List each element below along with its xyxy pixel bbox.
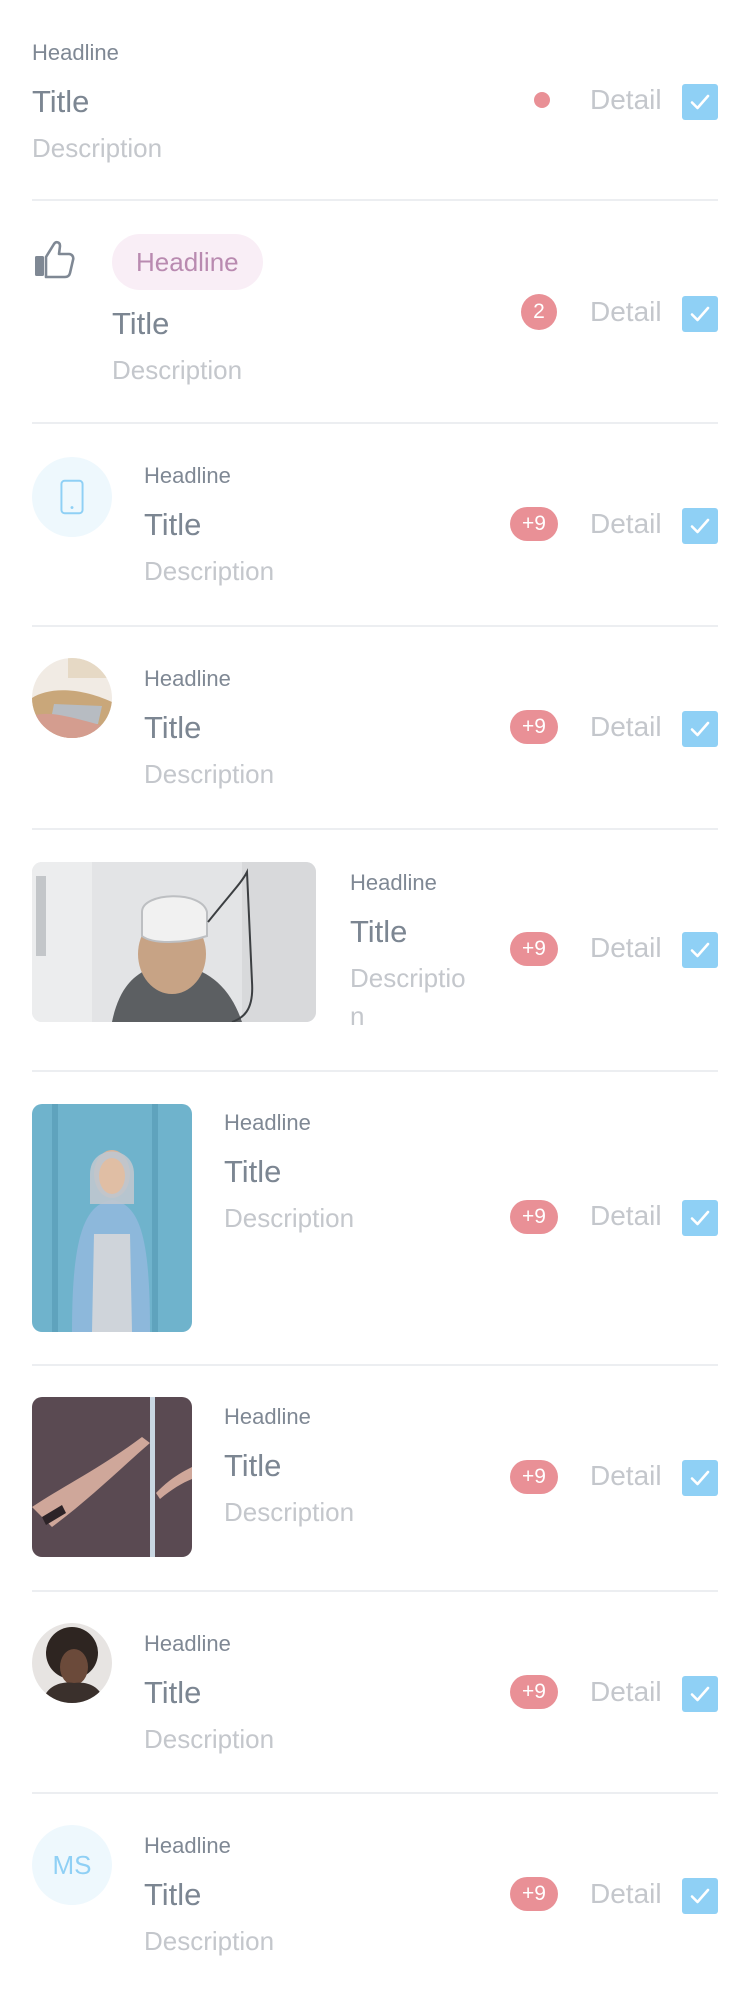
item-checkbox[interactable] [682,1676,718,1712]
count-badge: +9 [510,1675,558,1709]
item-title: Title [224,1448,282,1483]
list-item[interactable]: Headline Title Description +9 Detail [32,829,718,1070]
item-title: Title [144,1877,202,1912]
item-headline: Headline [144,1631,231,1656]
initials-avatar: MS [32,1825,112,1905]
unread-dot [534,92,550,108]
item-detail: Detail [590,296,662,327]
item-headline: Headline [144,1833,231,1858]
count-badge: +9 [510,507,558,541]
item-checkbox[interactable] [682,296,718,332]
headline-chip: Headline [112,234,263,290]
item-title: Title [144,507,202,542]
item-title: Title [144,1675,202,1710]
item-description: Description [144,556,275,586]
item-detail: Detail [590,508,662,539]
list-item[interactable]: Headline Title Description Detail [32,0,718,200]
check-icon [690,1888,710,1904]
item-checkbox[interactable] [682,84,718,120]
item-image [32,1104,192,1332]
check-icon [690,306,710,322]
chip-label: Headline [136,246,239,277]
phone-icon [60,479,84,515]
check-icon [690,518,710,534]
list-item[interactable]: Headline Title Description +9 Detail [32,423,718,625]
list-item[interactable]: MS Headline Title Description +9 Detail [32,1793,718,1992]
item-checkbox[interactable] [682,1200,718,1236]
item-description: Description [350,963,466,1031]
list-item[interactable]: Headline Title Description +9 Detail [32,1365,718,1591]
item-title: Title [224,1154,282,1189]
count-badge: +9 [510,710,558,744]
check-icon [690,721,710,737]
item-description: Description [144,1926,275,1956]
item-headline: Headline [144,463,231,488]
check-icon [690,942,710,958]
item-detail: Detail [590,84,662,115]
list-item[interactable]: Headline Title Description +9 Detail [32,1591,718,1793]
item-detail: Detail [590,1878,662,1909]
count-badge: +9 [510,1877,558,1911]
item-detail: Detail [590,711,662,742]
item-image [32,862,316,1022]
item-description: Description [144,759,275,789]
item-description: Description [224,1203,355,1233]
item-description: Description [144,1724,275,1754]
list-item[interactable]: Headline Title Description 2 Detail [32,200,718,422]
avatar [32,1623,112,1703]
item-title: Title [144,710,202,745]
item-checkbox[interactable] [682,508,718,544]
item-checkbox[interactable] [682,711,718,747]
item-detail: Detail [590,1200,662,1231]
phone-icon-container [32,457,112,537]
item-description: Description [32,133,163,163]
check-icon [690,94,710,110]
item-headline: Headline [224,1110,311,1135]
item-checkbox[interactable] [682,1878,718,1914]
avatar [32,658,112,738]
item-headline: Headline [32,40,119,65]
item-detail: Detail [590,932,662,963]
item-title: Title [112,306,170,341]
count-badge: 2 [521,294,557,330]
item-headline: Headline [144,666,231,691]
item-title: Title [350,914,408,949]
item-title: Title [32,84,90,119]
item-headline: Headline [350,870,437,895]
thumbs-up-icon [32,236,76,280]
item-description: Description [224,1497,355,1527]
item-detail: Detail [590,1676,662,1707]
item-headline: Headline [224,1404,311,1429]
item-image [32,1397,192,1557]
list-item[interactable]: Headline Title Description +9 Detail [32,626,718,828]
item-description: Description [112,355,243,385]
count-badge: +9 [510,1200,558,1234]
item-detail: Detail [590,1460,662,1491]
item-checkbox[interactable] [682,1460,718,1496]
check-icon [690,1210,710,1226]
check-icon [690,1686,710,1702]
count-badge: +9 [510,932,558,966]
check-icon [690,1470,710,1486]
count-badge: +9 [510,1460,558,1494]
list-item[interactable]: Headline Title Description +9 Detail [32,1071,718,1365]
item-checkbox[interactable] [682,932,718,968]
